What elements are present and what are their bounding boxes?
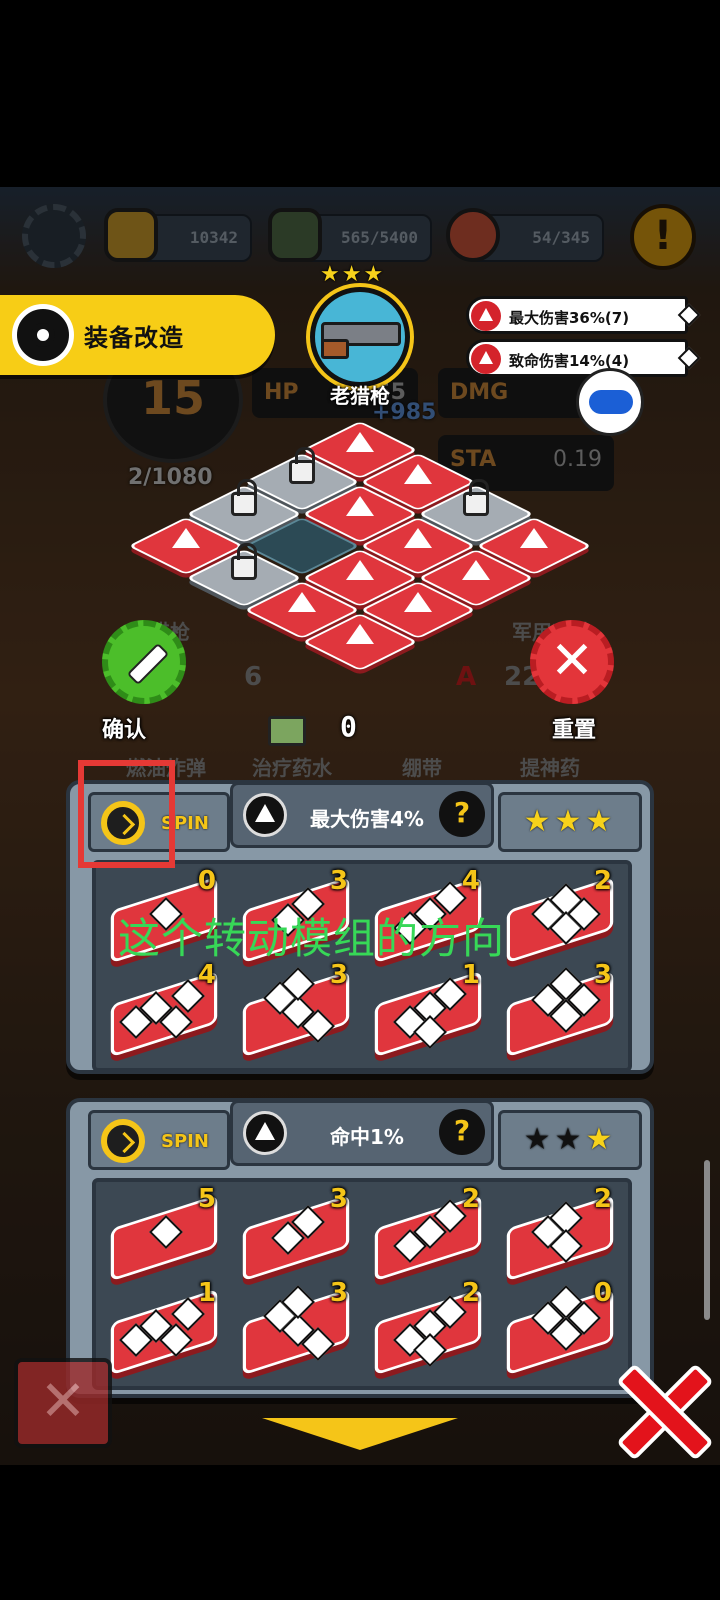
triangle-icon (346, 560, 374, 580)
confirm-button[interactable] (102, 620, 186, 704)
piece-count: 0 (197, 866, 216, 896)
accuracy-module-icon (243, 1111, 287, 1155)
module-piece[interactable]: 3 (242, 1184, 350, 1282)
star-icon: ★ (554, 804, 586, 839)
buff-max-damage: 最大伤害36%(7) (466, 296, 701, 334)
annotation-highlight-box (78, 760, 175, 868)
module-effect: 最大伤害4% ? (230, 782, 494, 848)
weapon-name: 老猎枪 (330, 384, 390, 408)
buff-crit-damage: 致命伤害14%(4) (466, 339, 701, 377)
module-piece[interactable]: 4 (110, 960, 218, 1058)
triangle-icon (172, 528, 200, 548)
triangle-icon (404, 528, 432, 548)
module-piece[interactable]: 2 (506, 1184, 614, 1282)
triangle-icon (404, 464, 432, 484)
lock-icon (289, 447, 315, 484)
weapon-stars: ★★★ (320, 262, 386, 287)
lock-icon (231, 543, 257, 580)
reset-label: 重置 (552, 718, 597, 743)
help-button[interactable]: ? (439, 1109, 485, 1155)
shotgun-stock-icon (321, 339, 349, 359)
module-piece[interactable]: 2 (374, 1184, 482, 1282)
module-piece[interactable]: 2 (374, 1278, 482, 1376)
module-piece[interactable]: 1 (374, 960, 482, 1058)
triangle-icon (288, 592, 316, 612)
reset-button[interactable]: ✕ (530, 620, 614, 704)
spin-label: SPIN (161, 1131, 209, 1152)
page-title: 装备改造 (84, 324, 184, 352)
star-icon: ★ (585, 1122, 617, 1157)
triangle-icon (520, 528, 548, 548)
triangle-badge-icon (471, 301, 501, 331)
star-icon: ★ (523, 1122, 555, 1157)
module-effect: 命中1% ? (230, 1100, 494, 1166)
module-piece[interactable]: 3 (506, 960, 614, 1058)
piece-count: 0 (593, 1278, 612, 1308)
module-piece[interactable]: 0 (506, 1278, 614, 1376)
cost-value: 0 (340, 710, 357, 743)
piece-count: 2 (461, 1184, 480, 1214)
scroll-down-arrow-icon[interactable] (262, 1418, 458, 1450)
triangle-icon (346, 624, 374, 644)
piece-count: 2 (593, 866, 612, 896)
triangle-module-icon (243, 793, 287, 837)
spin-button[interactable]: SPIN (88, 1110, 230, 1170)
piece-count: 2 (461, 1278, 480, 1308)
help-button[interactable]: ? (439, 791, 485, 837)
triangle-icon (462, 560, 490, 580)
module-rarity-stars: ★★★ (498, 1110, 642, 1170)
piece-count: 2 (593, 1184, 612, 1214)
confirm-label: 确认 (102, 718, 147, 743)
piece-count: 5 (197, 1184, 216, 1214)
piece-count: 4 (461, 866, 480, 896)
module-piece-grid: 0 3 4 2 4 3 1 3 (92, 860, 632, 1072)
module-piece[interactable]: 2 (506, 866, 614, 964)
module-piece-grid: 5 3 2 2 1 3 2 0 (92, 1178, 632, 1390)
module-effect-text: 最大伤害4% (310, 807, 424, 831)
scrollbar[interactable] (704, 1160, 710, 1320)
module-effect-text: 命中1% (330, 1125, 404, 1149)
module-piece[interactable]: 3 (242, 1278, 350, 1376)
spin-rotate-icon[interactable] (101, 1119, 145, 1163)
module-rarity-stars: ★★★ (498, 792, 642, 852)
trash-icon: ✕ (14, 1358, 112, 1448)
piece-count: 3 (329, 1278, 348, 1308)
lock-icon (231, 479, 257, 516)
buff-label: 最大伤害36%(7) (509, 309, 630, 327)
annotation-note: 这个转动模组的方向 (118, 914, 506, 963)
piece-count: 1 (197, 1278, 216, 1308)
star-icon: ★ (523, 804, 555, 839)
star-icon: ★ (585, 804, 617, 839)
triangle-icon (404, 592, 432, 612)
piece-count: 3 (329, 866, 348, 896)
gear-icon (12, 304, 74, 366)
star-icon: ★ (554, 1122, 586, 1157)
cash-icon (268, 716, 306, 746)
piece-count: 3 (593, 960, 612, 990)
triangle-badge-icon (471, 344, 501, 374)
module-piece[interactable]: 5 (110, 1184, 218, 1282)
triangle-icon (346, 432, 374, 452)
triangle-icon (346, 496, 374, 516)
piece-count: 3 (329, 1184, 348, 1214)
lock-icon (463, 479, 489, 516)
module-piece[interactable]: 3 (242, 960, 350, 1058)
close-button[interactable] (612, 1360, 706, 1454)
module-piece[interactable]: 1 (110, 1278, 218, 1376)
module-panel-2: SPIN 命中1% ? ★★★ 5 3 2 2 1 3 2 0 (66, 1098, 654, 1398)
